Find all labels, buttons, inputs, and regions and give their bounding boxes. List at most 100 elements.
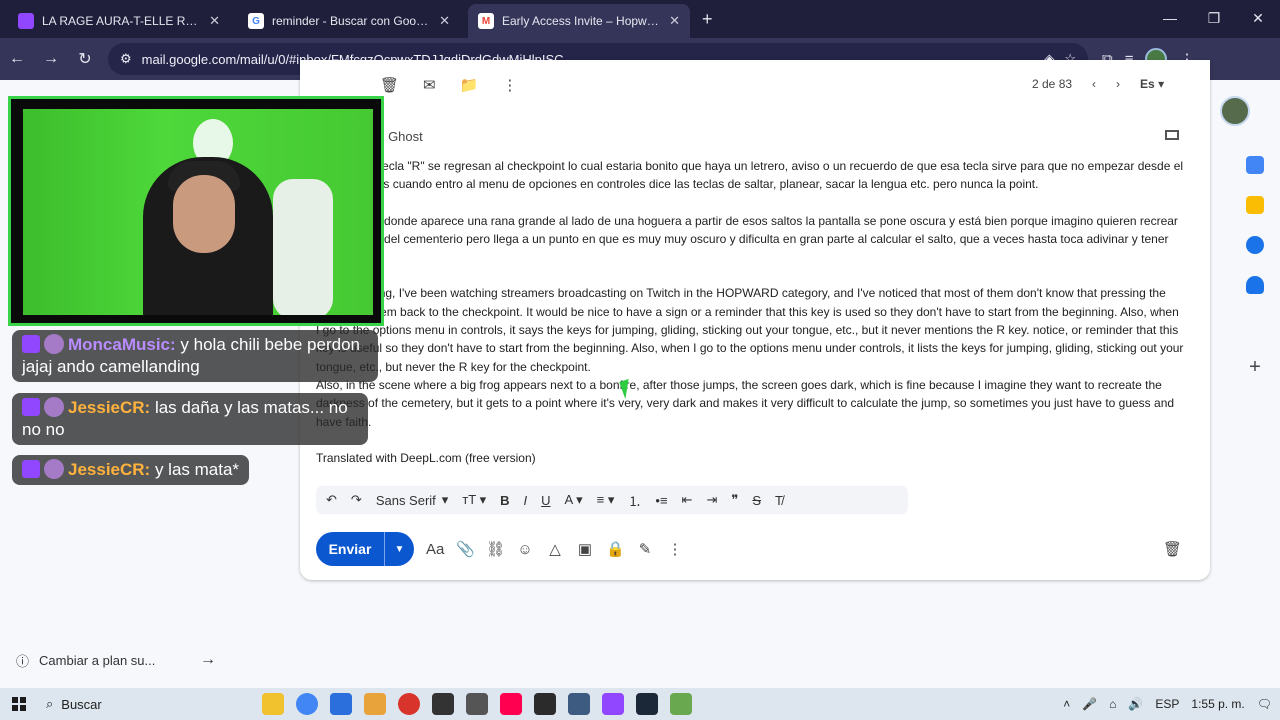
indent-less-icon[interactable]: ⇤ (682, 492, 693, 508)
italic-icon[interactable]: I (524, 493, 528, 508)
taskbar-search[interactable]: ⌕ Buscar (38, 690, 218, 718)
close-window-icon[interactable]: ✕ (1236, 0, 1280, 36)
signature-icon[interactable]: ✎ (636, 540, 654, 558)
browser-tabstrip: LA RAGE AURA-T-ELLE RAIS ✕ G reminder - … (0, 0, 1280, 38)
link-icon[interactable]: ⛓ (486, 540, 505, 558)
site-info-icon[interactable]: ⚙ (120, 51, 132, 67)
contacts-icon[interactable] (1246, 276, 1264, 294)
minimize-icon[interactable]: — (1148, 0, 1192, 36)
chevron-down-icon[interactable]: ▼ (384, 532, 414, 566)
close-tab-icon[interactable]: ✕ (209, 13, 220, 29)
forward-icon[interactable]: → (34, 42, 68, 76)
restore-icon[interactable]: ❐ (1192, 0, 1236, 36)
format-text-icon[interactable]: Aa (426, 541, 444, 558)
next-icon[interactable]: › (1116, 77, 1120, 91)
browser-tab-2[interactable]: G reminder - Buscar con Google ✕ (238, 4, 460, 38)
bulleted-list-icon[interactable]: •≡ (655, 493, 667, 508)
avatar (44, 459, 64, 479)
prev-icon[interactable]: ‹ (1092, 77, 1096, 91)
attach-icon[interactable]: 📎 (456, 540, 475, 558)
arrow-right-icon: → (200, 651, 216, 668)
reload-icon[interactable]: ↻ (68, 42, 102, 76)
popout-icon[interactable] (1165, 130, 1179, 140)
discard-draft-icon[interactable]: 🗑 (1163, 540, 1182, 558)
keep-icon[interactable] (1246, 196, 1264, 214)
upgrade-plan-link[interactable]: ⓘ Cambiar a plan su... → (16, 642, 216, 678)
font-size-icon[interactable]: тT ▾ (462, 492, 486, 508)
delete-icon[interactable]: 🗑 (380, 76, 399, 94)
font-select[interactable]: Sans Serif ▾ (376, 492, 449, 508)
app-icon[interactable] (466, 693, 488, 715)
clock[interactable]: 1:55 p. m. (1191, 697, 1244, 711)
confidential-icon[interactable]: 🔒 (606, 540, 625, 558)
back-icon[interactable]: ← (0, 42, 34, 76)
vscode-icon[interactable] (330, 693, 352, 715)
chat-message: JessieCR: y las mata* (12, 455, 250, 485)
mic-icon[interactable]: 🎤 (1082, 697, 1097, 711)
new-tab-button[interactable]: + (702, 9, 713, 30)
twitch-icon (18, 13, 34, 29)
language-select[interactable]: Es ▾ (1140, 77, 1164, 91)
app-icon[interactable] (364, 693, 386, 715)
gaming-chair (273, 179, 333, 315)
browser-tab-1[interactable]: LA RAGE AURA-T-ELLE RAIS ✕ (8, 4, 230, 38)
compose-actions: Enviar ▼ Aa 📎 ⛓ ☺ △ ▣ 🔒 ✎ ⋮ (316, 532, 1186, 566)
language-indicator[interactable]: ESP (1155, 697, 1179, 711)
mark-unread-icon[interactable]: ✉ (423, 76, 436, 94)
bold-icon[interactable]: B (500, 493, 509, 508)
move-to-icon[interactable]: 📁 (460, 76, 479, 94)
obs-icon[interactable] (398, 693, 420, 715)
strikethrough-icon[interactable]: S (752, 493, 761, 508)
app-icon[interactable] (670, 693, 692, 715)
compose-body[interactable]: en que con tecla "R" se regresan al chec… (316, 157, 1184, 485)
underline-icon[interactable]: U (541, 493, 550, 508)
drive-icon[interactable]: △ (546, 540, 564, 558)
taskbar-search-label: Buscar (61, 696, 102, 712)
body-paragraph: Good morning, I've been watching streame… (316, 286, 1184, 374)
calendar-icon[interactable] (1246, 156, 1264, 174)
start-button[interactable] (0, 697, 38, 711)
align-icon[interactable]: ≡ ▾ (597, 492, 615, 508)
twitch-icon[interactable] (602, 693, 624, 715)
close-tab-icon[interactable]: ✕ (669, 13, 680, 29)
chat-text: y las mata* (150, 460, 240, 479)
info-icon: ⓘ (16, 653, 30, 669)
app-icon[interactable] (568, 693, 590, 715)
quote-icon[interactable]: ❞ (731, 492, 738, 508)
app-icon[interactable] (534, 693, 556, 715)
send-button[interactable]: Enviar ▼ (316, 532, 414, 566)
text-color-icon[interactable]: A ▾ (565, 492, 583, 508)
network-icon[interactable]: ⌂ (1109, 697, 1116, 711)
more-options-icon[interactable]: ⋮ (666, 540, 684, 558)
chevron-up-icon[interactable]: ˄ (1063, 697, 1070, 711)
pager: 2 de 83 ‹ › Es ▾ (1032, 77, 1164, 91)
image-icon[interactable]: ▣ (576, 540, 594, 558)
tasks-icon[interactable] (1246, 236, 1264, 254)
tiktok-icon[interactable] (500, 693, 522, 715)
twitch-icon (22, 398, 40, 416)
remove-formatting-icon[interactable]: T̸ (775, 493, 783, 508)
numbered-list-icon[interactable]: ⒈ (628, 491, 641, 510)
twitch-icon (22, 335, 40, 353)
undo-icon[interactable]: ↶ (326, 492, 337, 508)
indent-more-icon[interactable]: ⇥ (706, 492, 717, 508)
browser-tab-3[interactable]: M Early Access Invite – Hopward L ✕ (468, 4, 690, 38)
more-icon[interactable]: ⋮ (502, 76, 517, 94)
tab-title: Early Access Invite – Hopward L (502, 14, 662, 28)
volume-icon[interactable]: 🔊 (1128, 697, 1143, 711)
body-paragraph: en que con tecla "R" se regresan al chec… (316, 159, 1184, 192)
formatting-toolbar: ↶ ↷ Sans Serif ▾ тT ▾ B I U A ▾ ≡ ▾ ⒈ •≡… (316, 486, 908, 514)
emoji-icon[interactable]: ☺ (516, 541, 534, 558)
notification-icon[interactable]: 🗨 (1257, 697, 1272, 711)
add-addon-icon[interactable]: + (1249, 356, 1261, 379)
avatar[interactable] (1220, 96, 1250, 126)
app-icon[interactable] (432, 693, 454, 715)
redo-icon[interactable]: ↷ (351, 492, 362, 508)
file-explorer-icon[interactable] (262, 693, 284, 715)
avatar (44, 397, 64, 417)
close-tab-icon[interactable]: ✕ (439, 13, 450, 29)
window-controls: — ❐ ✕ (1148, 0, 1280, 36)
steam-icon[interactable] (636, 693, 658, 715)
taskbar-apps (262, 693, 692, 715)
chrome-icon[interactable] (296, 693, 318, 715)
